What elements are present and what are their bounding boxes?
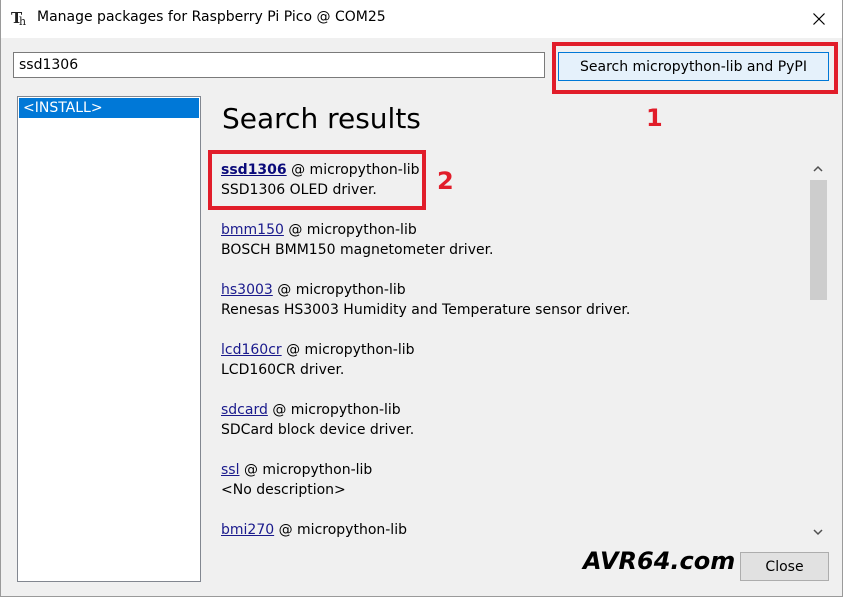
page-title: Search results bbox=[222, 102, 421, 135]
package-source: @ micropython-lib bbox=[278, 522, 407, 538]
highlight-box-result bbox=[208, 150, 426, 210]
window-title: Manage packages for Raspberry Pi Pico @ … bbox=[37, 9, 386, 25]
package-link[interactable]: ssl bbox=[221, 462, 239, 478]
result-item-hs3003: hs3003 @ micropython-lib Renesas HS3003 … bbox=[221, 280, 630, 320]
results-scrollbar[interactable] bbox=[808, 158, 828, 542]
package-source: @ micropython-lib bbox=[286, 342, 415, 358]
package-description: SDCard block device driver. bbox=[221, 422, 415, 438]
package-description: LCD160CR driver. bbox=[221, 362, 345, 378]
sidebar-item-install[interactable]: <INSTALL> bbox=[19, 98, 199, 118]
package-source: @ micropython-lib bbox=[277, 282, 406, 298]
package-link[interactable]: bmm150 bbox=[221, 222, 284, 238]
package-description: <No description> bbox=[221, 482, 346, 498]
close-icon[interactable] bbox=[796, 0, 842, 38]
svg-text:h: h bbox=[19, 15, 26, 27]
thonny-icon: T h bbox=[11, 9, 29, 28]
search-results-list: ssd1306 @ micropython-lib SSD1306 OLED d… bbox=[211, 158, 807, 542]
chevron-down-icon[interactable] bbox=[808, 522, 828, 542]
search-input[interactable] bbox=[13, 52, 545, 78]
package-source: @ micropython-lib bbox=[288, 222, 417, 238]
search-button[interactable]: Search micropython-lib and PyPI bbox=[558, 52, 829, 81]
result-item-bmi270: bmi270 @ micropython-lib bbox=[221, 520, 407, 540]
close-button[interactable]: Close bbox=[740, 552, 829, 581]
package-source: @ micropython-lib bbox=[243, 462, 373, 478]
package-link[interactable]: lcd160cr bbox=[221, 342, 282, 358]
result-item-sdcard: sdcard @ micropython-lib SDCard block de… bbox=[221, 400, 414, 440]
package-description: Renesas HS3003 Humidity and Temperature … bbox=[221, 302, 631, 318]
result-item-lcd160cr: lcd160cr @ micropython-lib LCD160CR driv… bbox=[221, 340, 415, 380]
scroll-thumb[interactable] bbox=[810, 180, 827, 300]
result-item-bmm150: bmm150 @ micropython-lib BOSCH BMM150 ma… bbox=[221, 220, 494, 260]
watermark: AVR64.com bbox=[583, 547, 736, 575]
sidebar-list: <INSTALL> bbox=[17, 96, 201, 582]
package-link[interactable]: sdcard bbox=[221, 402, 268, 418]
package-link[interactable]: bmi270 bbox=[221, 522, 274, 538]
annotation-number-1: 1 bbox=[646, 104, 663, 132]
result-item-ssl: ssl @ micropython-lib <No description> bbox=[221, 460, 372, 500]
package-manager-window: T h Manage packages for Raspberry Pi Pic… bbox=[0, 0, 843, 597]
package-description: BOSCH BMM150 magnetometer driver. bbox=[221, 242, 494, 258]
package-source: @ micropython-lib bbox=[272, 402, 401, 418]
chevron-up-icon[interactable] bbox=[808, 158, 828, 178]
annotation-number-2: 2 bbox=[437, 167, 454, 195]
title-bar: T h Manage packages for Raspberry Pi Pic… bbox=[1, 0, 842, 38]
package-link[interactable]: hs3003 bbox=[221, 282, 273, 298]
